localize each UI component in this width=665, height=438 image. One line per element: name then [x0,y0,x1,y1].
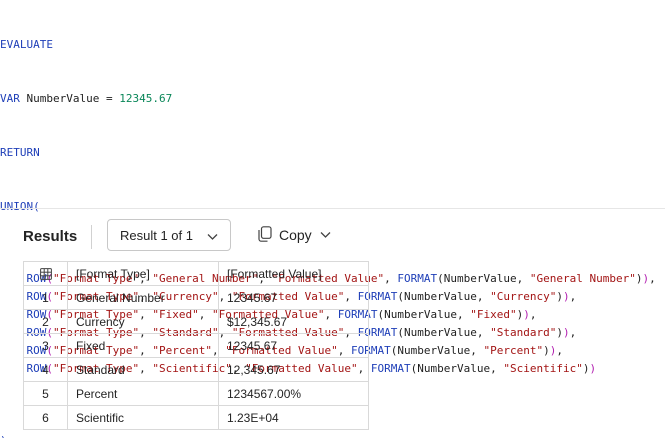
result-selector-dropdown[interactable]: Result 1 of 1 [107,219,231,251]
comma: , [384,272,398,285]
variable-reference: NumberValue [443,272,517,285]
chevron-down-icon [320,227,331,243]
formatted-value-cell[interactable]: 1.23E+04 [218,405,369,430]
format-type-cell[interactable]: Percent [67,381,219,406]
format-type-cell[interactable]: Scientific [67,405,219,430]
keyword-evaluate: EVALUATE [0,38,53,51]
format-type-cell[interactable]: Standard [67,357,219,382]
table-grid-icon [39,267,52,281]
paren: ) [589,362,597,375]
table-row[interactable]: 2 Currency $12,345.67 [23,309,369,334]
string-literal: "Standard" [490,326,557,339]
comma: , [569,326,577,339]
table-row[interactable]: 4 Standard 12,345.67 [23,357,369,382]
row-number: 6 [23,405,68,430]
results-toolbar: Results Result 1 of 1 Copy [0,209,665,259]
variable-reference: NumberValue [384,308,458,321]
string-literal: "Percent" [483,344,544,357]
string-literal: "Fixed" [470,308,517,321]
paren: ) [563,326,570,339]
formatted-value-cell[interactable]: 12345.67 [218,285,369,310]
keyword-var: VAR [0,92,20,105]
table-header-row: [Format Type] [Formatted Value] [23,261,369,286]
comma: , [490,362,504,375]
column-header-formatted-value[interactable]: [Formatted Value] [218,261,369,286]
results-table: [Format Type] [Formatted Value] 1 Genera… [23,261,369,430]
function-format: FORMAT [397,272,438,285]
table-row[interactable]: 3 Fixed 12345.67 [23,333,369,358]
results-title: Results [23,228,78,245]
variable-reference: NumberValue [404,326,477,339]
formatted-value-cell[interactable]: 12,345.67 [218,357,369,382]
table-row[interactable]: 5 Percent 1234567.00% [23,381,369,406]
paren: ) [582,362,590,375]
dax-query-editor[interactable]: EVALUATE VAR NumberValue = 12345.67 RETU… [0,0,665,438]
variable-name: NumberValue [26,92,100,105]
chevron-down-icon [207,230,218,245]
formatted-value-cell[interactable]: 12345.67 [218,333,369,358]
formatted-value-cell[interactable]: $12,345.67 [218,309,369,334]
comma: , [556,344,564,357]
row-number: 3 [23,333,68,358]
format-type-cell[interactable]: Fixed [67,333,219,358]
comma: , [476,290,491,303]
paren: ) [0,434,7,438]
code-line-evaluate: EVALUATE [0,36,665,54]
code-line-close: ) [0,432,665,438]
code-line-var: VAR NumberValue = 12345.67 [0,90,665,108]
copy-icon [258,225,272,245]
comma: , [516,272,530,285]
format-type-cell[interactable]: Currency [67,309,219,334]
string-literal: "Currency" [490,290,557,303]
variable-reference: NumberValue [417,362,491,375]
function-format: FORMAT [370,362,411,375]
column-header-format-type[interactable]: [Format Type] [67,261,219,286]
row-number: 5 [23,381,68,406]
select-all-cell[interactable] [23,261,68,286]
variable-reference: NumberValue [397,344,471,357]
copy-button[interactable]: Copy [258,225,331,245]
comma: , [476,326,491,339]
comma: , [569,290,577,303]
equals-sign: = [99,92,120,105]
row-number: 4 [23,357,68,382]
paren: ) [563,290,570,303]
table-row[interactable]: 6 Scientific 1.23E+04 [23,405,369,430]
keyword-return: RETURN [0,146,40,159]
code-line-return: RETURN [0,144,665,162]
paren: ( [437,272,444,285]
format-type-cell[interactable]: General Number [67,285,219,310]
row-number: 1 [23,285,68,310]
variable-value: 12345.67 [119,92,173,105]
string-literal: "General Number" [529,272,636,285]
row-number: 2 [23,309,68,334]
paren: ) [523,308,530,321]
string-literal: "Scientific" [503,362,583,375]
copy-label: Copy [279,227,312,243]
toolbar-separator [91,225,92,249]
comma: , [470,344,484,357]
variable-reference: NumberValue [404,290,477,303]
comma: , [529,308,537,321]
comma: , [649,272,656,285]
formatted-value-cell[interactable]: 1234567.00% [218,381,369,406]
table-row[interactable]: 1 General Number 12345.67 [23,285,369,310]
paren: ) [543,344,550,357]
comma: , [457,308,471,321]
result-selector-label: Result 1 of 1 [120,227,193,243]
